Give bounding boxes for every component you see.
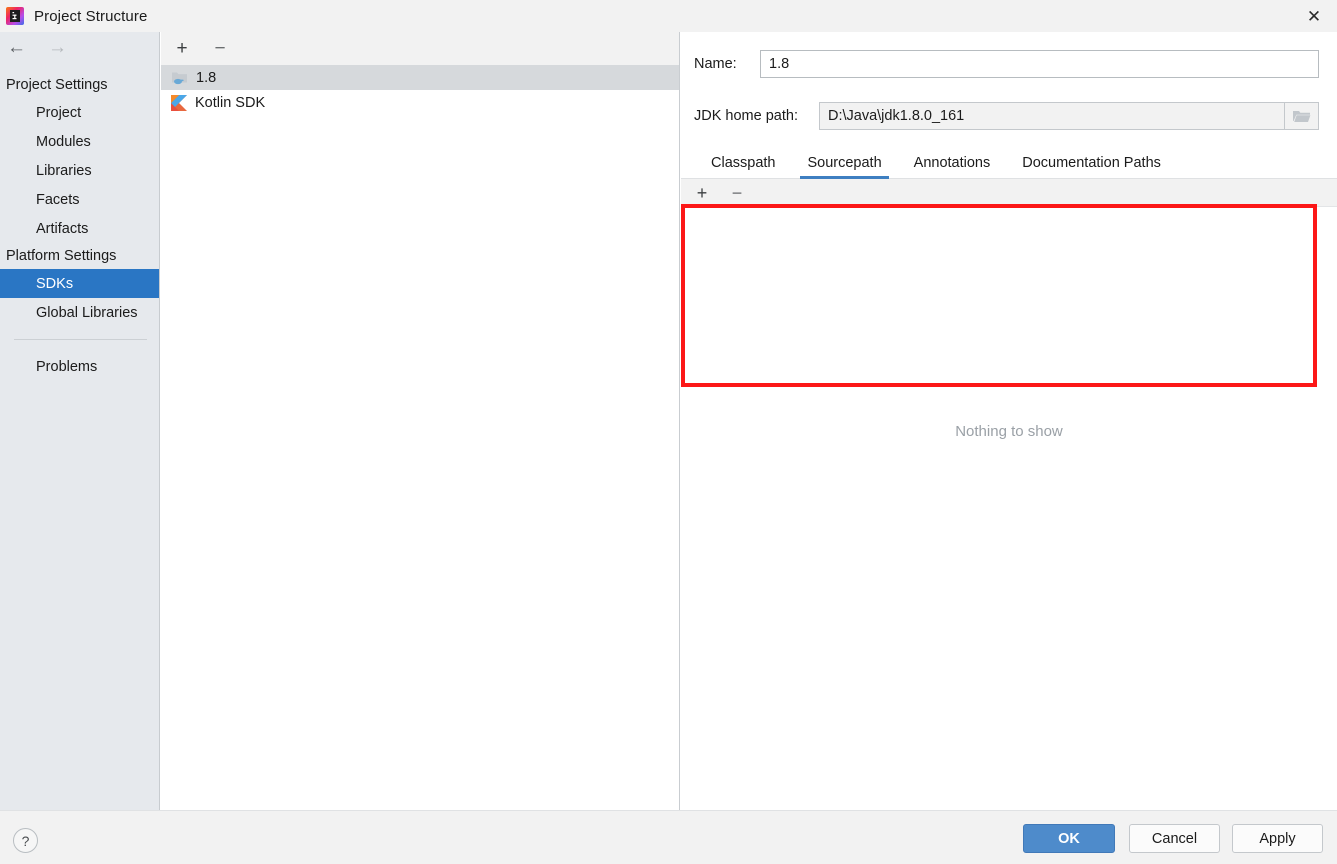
sourcepath-toolbar: + − [681, 179, 1337, 207]
sdk-row-label: 1.8 [196, 69, 217, 86]
back-arrow-icon[interactable]: ← [4, 38, 29, 57]
intellij-idea-icon [5, 6, 25, 26]
sidebar-item-sdks[interactable]: SDKs [0, 269, 159, 298]
sidebar-item-facets[interactable]: Facets [0, 185, 159, 214]
dialog-button-bar: ? OK Cancel Apply CSDN @小志的博客 [0, 810, 1337, 864]
empty-state-message: Nothing to show [955, 423, 1063, 440]
sidebar-group-platform-settings: Platform Settings [6, 248, 117, 264]
close-icon[interactable]: ✕ [1291, 0, 1337, 32]
folder-open-icon[interactable] [1285, 102, 1319, 130]
sidebar-item-artifacts[interactable]: Artifacts [0, 214, 159, 243]
sidebar-nav-arrows: ← → [0, 32, 159, 62]
title-bar: Project Structure ✕ [0, 0, 1337, 32]
add-sourcepath-button[interactable]: + [692, 183, 712, 203]
project-structure-dialog: Project Structure ✕ ← → Project Settings… [0, 0, 1337, 864]
remove-sdk-button[interactable]: − [209, 38, 231, 60]
sidebar-item-global-libraries[interactable]: Global Libraries [0, 298, 159, 327]
jdk-home-path-input[interactable]: D:\Java\jdk1.8.0_161 [819, 102, 1285, 130]
forward-arrow-icon[interactable]: → [45, 38, 70, 57]
detail-tabs: Classpath Sourcepath Annotations Documen… [681, 146, 1337, 179]
apply-button[interactable]: Apply [1232, 824, 1323, 853]
sdk-row-label: Kotlin SDK [195, 94, 266, 111]
tab-documentation-paths[interactable]: Documentation Paths [1006, 147, 1177, 178]
tab-annotations[interactable]: Annotations [898, 147, 1007, 178]
remove-sourcepath-button[interactable]: − [727, 183, 747, 203]
name-field-row: Name: 1.8 [681, 50, 1337, 78]
kotlin-icon [171, 94, 187, 111]
sidebar-item-problems[interactable]: Problems [0, 352, 159, 381]
sidebar-item-libraries[interactable]: Libraries [0, 156, 159, 185]
sidebar-item-project[interactable]: Project [0, 98, 159, 127]
cancel-button[interactable]: Cancel [1129, 824, 1220, 853]
jdk-folder-icon [171, 70, 188, 85]
sdk-list-panel: + − 1.8 Kotlin SDK [161, 32, 680, 810]
sidebar-group-project-settings: Project Settings [6, 77, 108, 93]
sdk-name-input[interactable]: 1.8 [760, 50, 1319, 78]
tab-sourcepath[interactable]: Sourcepath [791, 147, 897, 179]
sidebar-nav-list: Project Settings Project Modules Librari… [0, 72, 159, 381]
sdk-list-toolbar: + − [161, 32, 679, 65]
sourcepath-list-area[interactable]: Nothing to show [681, 207, 1337, 804]
settings-sidebar: ← → Project Settings Project Modules Lib… [0, 32, 160, 827]
name-label: Name: [694, 56, 737, 72]
table-row[interactable]: 1.8 [161, 65, 679, 90]
jdk-home-path-label: JDK home path: [694, 108, 798, 124]
sdk-detail-panel: Name: 1.8 JDK home path: D:\Java\jdk1.8.… [681, 32, 1337, 810]
jdk-home-path-row: JDK home path: D:\Java\jdk1.8.0_161 [681, 102, 1337, 130]
table-row[interactable]: Kotlin SDK [161, 90, 679, 115]
sidebar-divider [14, 339, 147, 340]
help-button[interactable]: ? [13, 828, 38, 853]
ok-button[interactable]: OK [1023, 824, 1115, 853]
add-sdk-button[interactable]: + [171, 38, 193, 60]
sidebar-item-modules[interactable]: Modules [0, 127, 159, 156]
tab-classpath[interactable]: Classpath [695, 147, 791, 178]
window-title: Project Structure [34, 7, 148, 25]
